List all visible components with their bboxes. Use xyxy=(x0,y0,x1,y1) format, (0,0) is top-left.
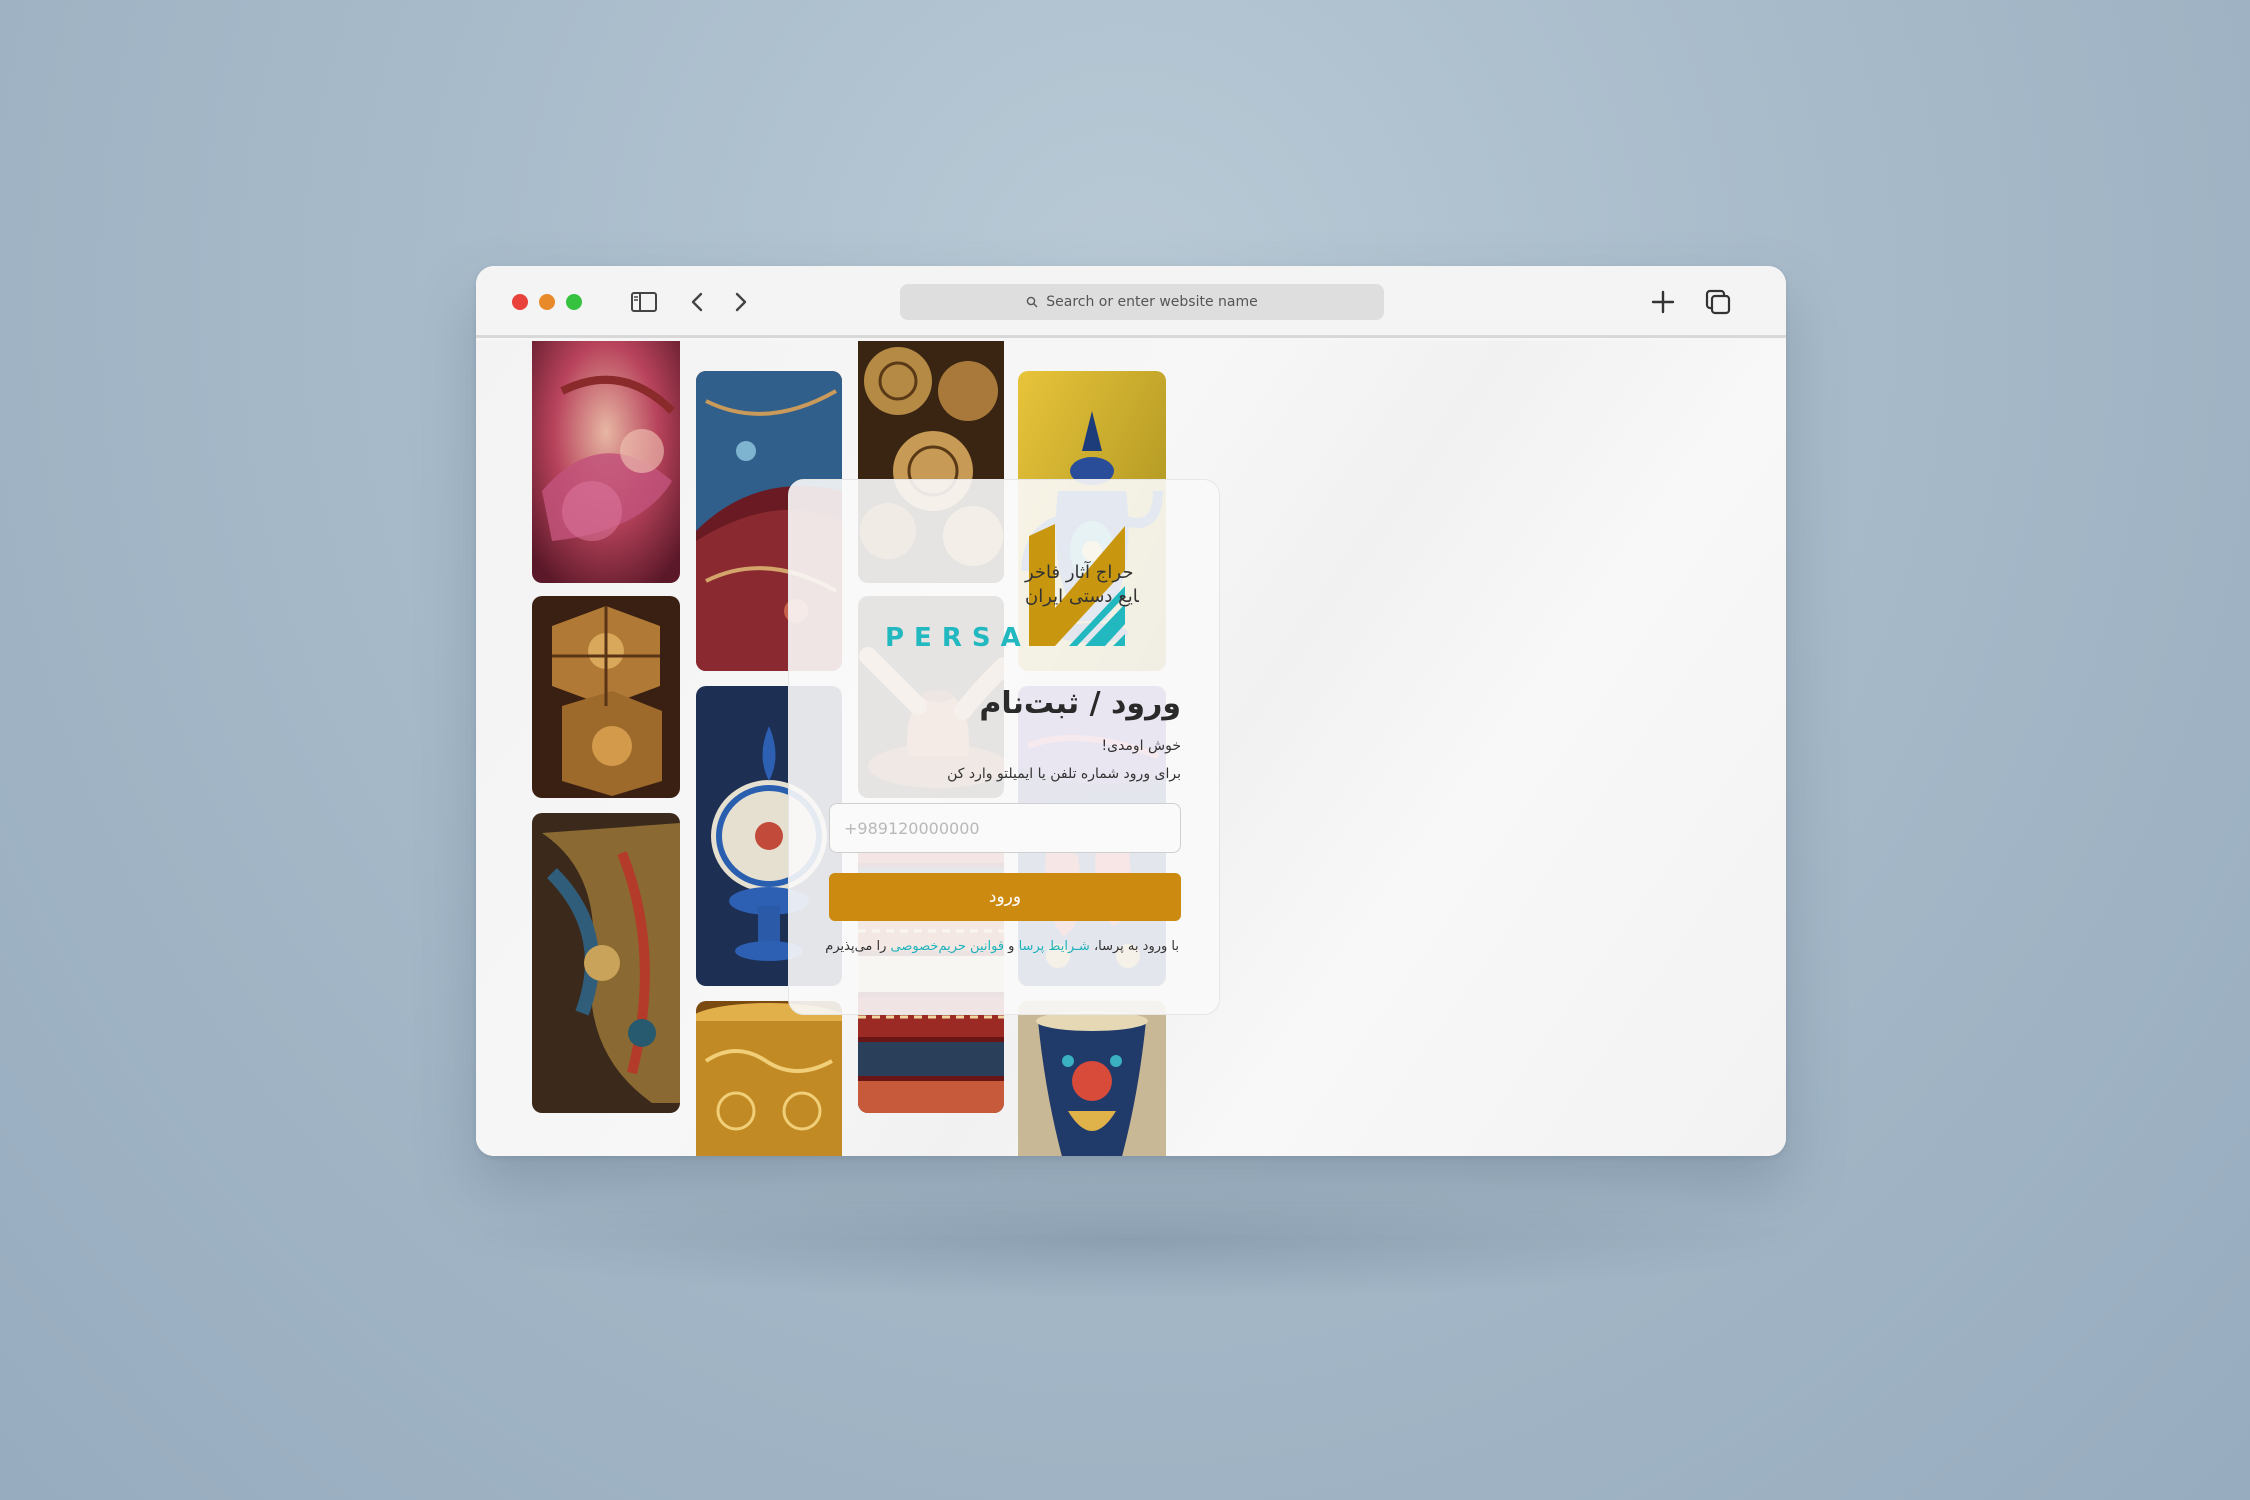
back-arrow-icon[interactable] xyxy=(682,286,714,318)
privacy-link[interactable]: قوانین حریم‌خصوصی xyxy=(891,939,1005,954)
gallery-image-painted-vase xyxy=(1018,1001,1166,1156)
phone-or-email-input[interactable] xyxy=(829,803,1181,853)
logo-brand-text: PERSA xyxy=(885,623,1031,653)
login-hint: برای ورود شماره تلفن یا ایمیلتو وارد کن xyxy=(947,766,1181,782)
browser-toolbar: Search or enter website name xyxy=(476,266,1786,338)
welcome-text: خوش اومدی! xyxy=(1101,738,1182,754)
gallery-image-khatam-boxes xyxy=(532,596,680,798)
login-card: اولین حراج آثار فاخر صنایع دستی ایران PE… xyxy=(788,479,1220,1015)
floor-shadow xyxy=(440,1180,1820,1300)
minimize-window-button[interactable] xyxy=(539,294,555,310)
page-content: اولین حراج آثار فاخر صنایع دستی ایران PE… xyxy=(476,341,1786,1156)
sidebar-toggle-icon[interactable] xyxy=(628,286,660,318)
persa-logo: اولین حراج آثار فاخر صنایع دستی ایران PE… xyxy=(885,524,1139,653)
terms-prefix: با ورود به پرسا، xyxy=(1089,939,1179,954)
login-title: ورود / ثبت‌نام xyxy=(979,686,1181,721)
gallery-image-golden-bowl xyxy=(696,1001,842,1156)
logo-tagline-line2: صنایع دستی ایران xyxy=(1025,586,1139,607)
address-placeholder: Search or enter website name xyxy=(1046,294,1258,310)
terms-and: و xyxy=(1004,939,1019,954)
login-button[interactable]: ورود xyxy=(829,873,1181,921)
new-tab-plus-icon[interactable] xyxy=(1647,286,1679,318)
terms-suffix: را می‌پذیرم xyxy=(825,939,891,954)
search-icon xyxy=(1026,296,1038,308)
browser-window: Search or enter website name حراج آثار ف… xyxy=(476,266,1786,1156)
close-window-button[interactable] xyxy=(512,294,528,310)
terms-link[interactable]: شـرایط پرسا xyxy=(1019,939,1090,954)
forward-arrow-icon[interactable] xyxy=(724,286,756,318)
gallery-image-slippers xyxy=(532,341,680,583)
terms-text: با ورود به پرسا، شـرایط پرسا و قوانین حر… xyxy=(825,939,1179,954)
tabs-overview-icon[interactable] xyxy=(1702,286,1734,318)
gallery-image-carpet-roll xyxy=(532,813,680,1113)
logo-tagline-line1: اولین حراج آثار فاخر xyxy=(1024,560,1139,583)
address-bar[interactable]: Search or enter website name xyxy=(900,284,1384,320)
maximize-window-button[interactable] xyxy=(566,294,582,310)
